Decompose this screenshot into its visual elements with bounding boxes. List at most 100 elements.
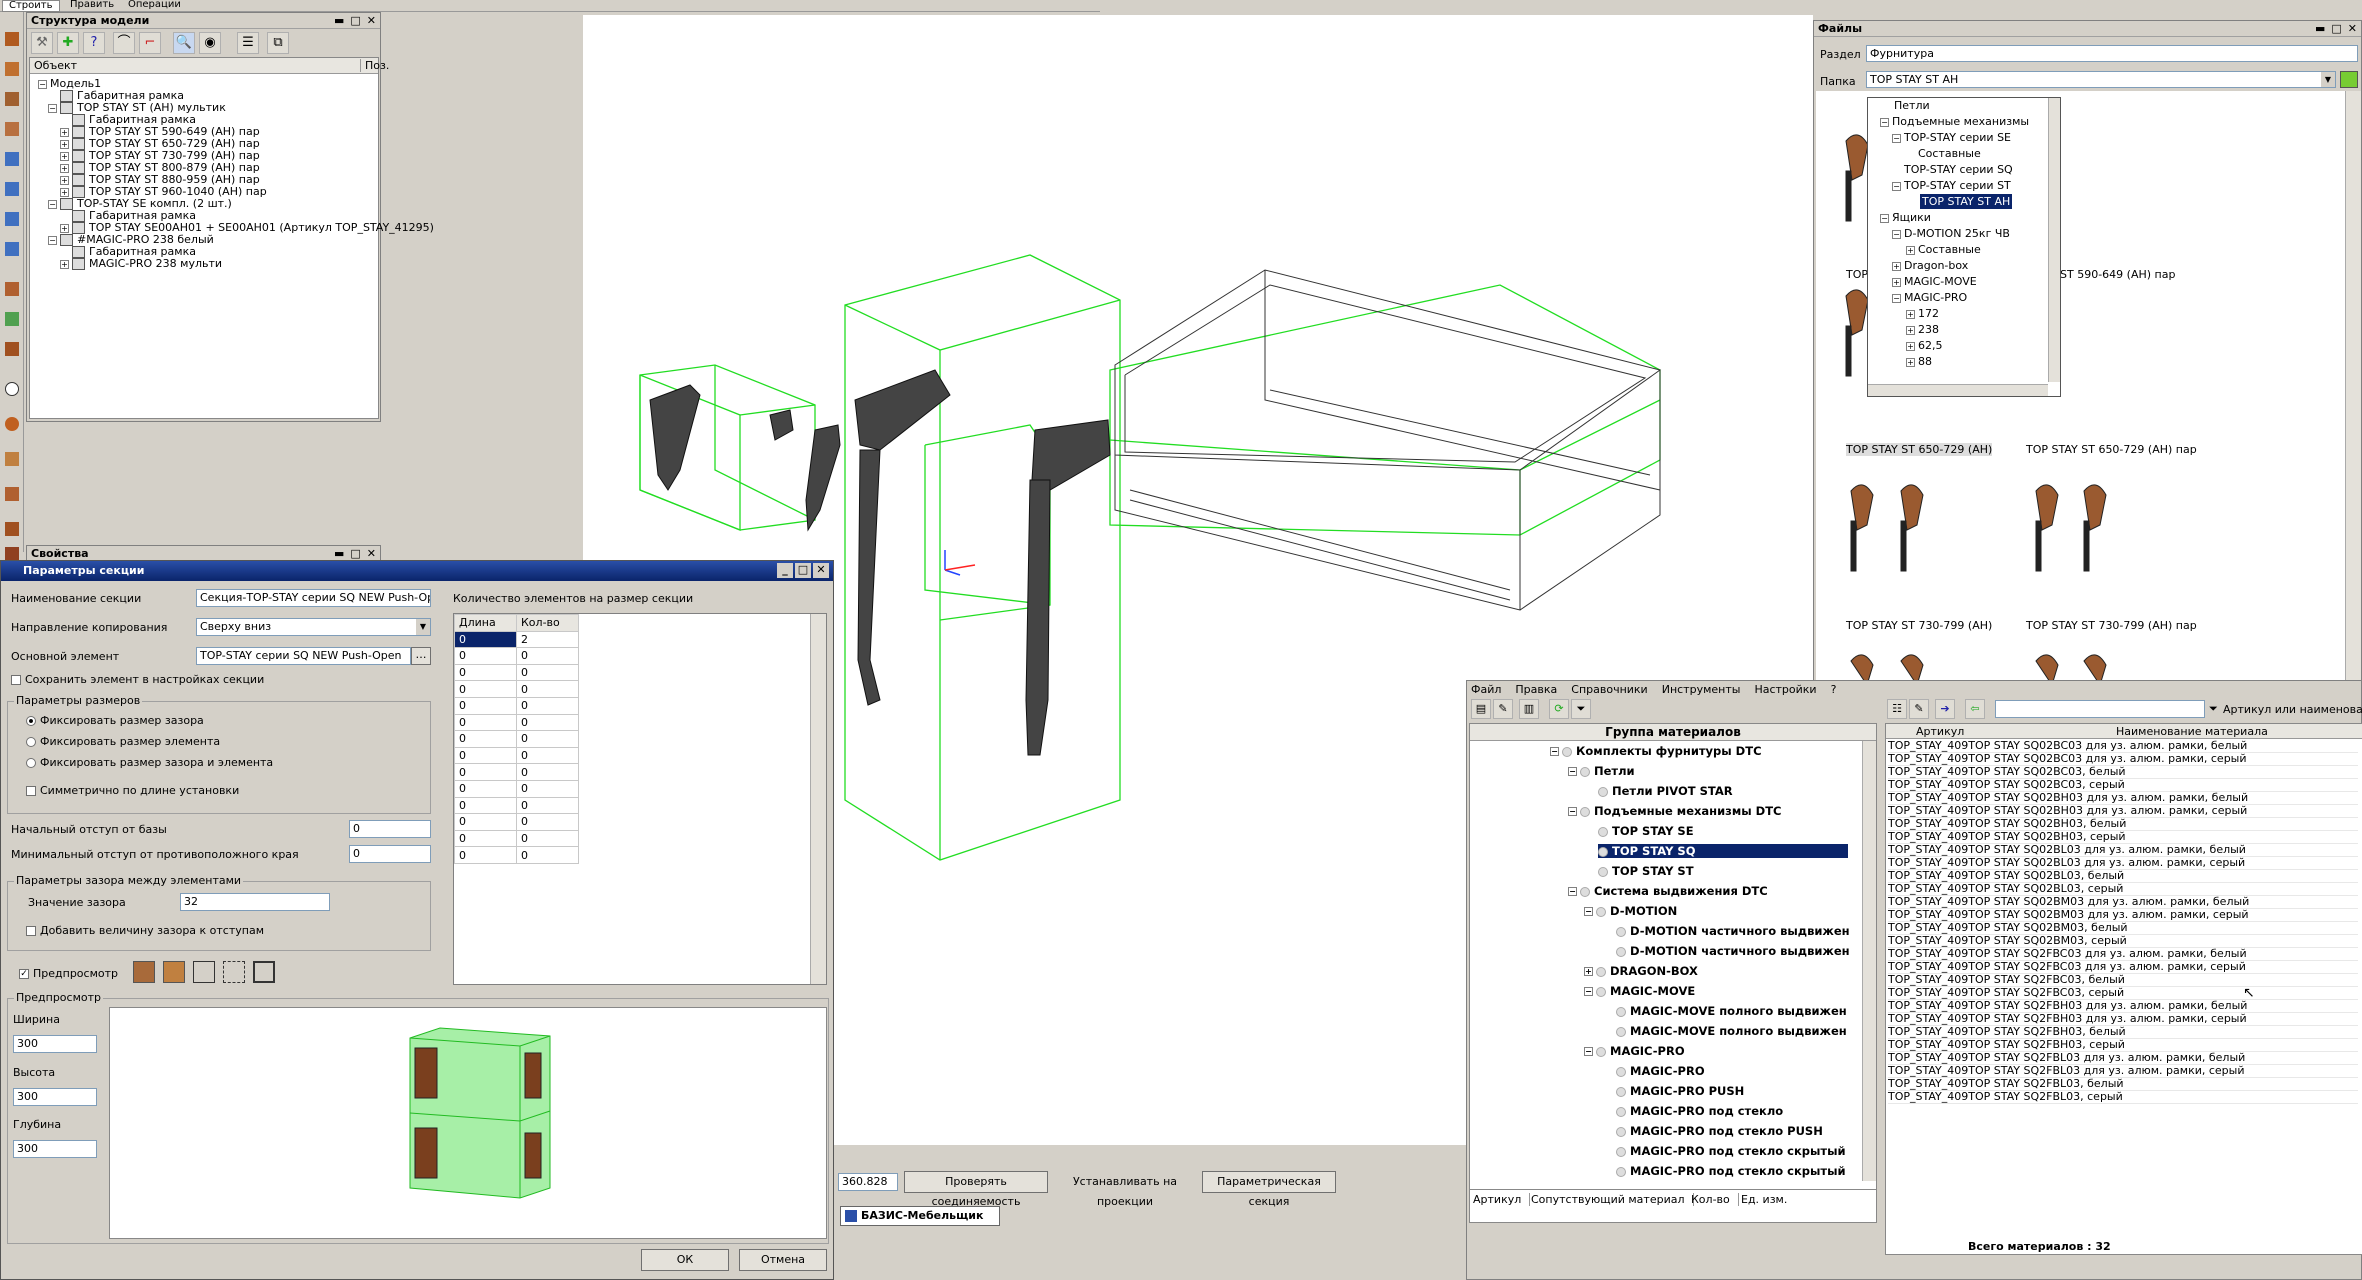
wire-box-icon[interactable] xyxy=(223,961,245,983)
section-select[interactable]: Фурнитура xyxy=(1866,45,2358,62)
curve-icon[interactable]: ⌒ xyxy=(113,32,135,54)
table-row[interactable]: TOP_STAY_409 TOP STAY SQ2FBL03, белый xyxy=(1888,1077,2358,1091)
tree-item[interactable]: +88 xyxy=(1906,354,1932,369)
col-object[interactable]: Объект xyxy=(34,59,77,72)
tab-qty[interactable]: Кол-во xyxy=(1691,1193,1739,1206)
ok-button[interactable]: ОК xyxy=(641,1249,729,1271)
table-row[interactable]: 00 xyxy=(454,680,579,698)
tool-icon[interactable] xyxy=(5,417,19,431)
tool-icon[interactable] xyxy=(5,312,19,326)
add-folder-icon[interactable]: ▤ xyxy=(1471,699,1491,719)
menu-help[interactable]: ? xyxy=(1831,683,1837,696)
tree-item[interactable]: MAGIC-PRO PUSH xyxy=(1616,1084,1744,1098)
tree-item[interactable]: − TOP-STAY серии ST xyxy=(1892,178,2011,193)
tree-item[interactable]: − MAGIC-PRO xyxy=(1584,1044,1685,1058)
tree-item[interactable]: TOP STAY SQ xyxy=(1598,844,1848,858)
back-icon[interactable]: ⇦ xyxy=(1965,699,1985,719)
tree-item[interactable]: TOP STAY ST AH xyxy=(1920,194,2013,209)
tree-item[interactable]: TOP STAY SE xyxy=(1598,824,1694,838)
filter-icon[interactable]: ⏷ xyxy=(1571,699,1591,719)
edit-icon[interactable]: ✎ xyxy=(1493,699,1513,719)
table-row[interactable]: TOP_STAY_409 TOP STAY SQ2FBC03, белый xyxy=(1888,973,2358,987)
move-right-icon[interactable]: ➔ xyxy=(1935,699,1955,719)
tool-icon[interactable] xyxy=(5,152,19,166)
depth-input[interactable]: 300 xyxy=(13,1140,97,1158)
tool-icon[interactable] xyxy=(5,242,19,256)
menu-references[interactable]: Справочники xyxy=(1571,683,1647,696)
start-offset-input[interactable]: 0 xyxy=(349,820,431,838)
radio-fix-element[interactable]: Фиксировать размер элемента xyxy=(26,735,220,748)
tool-icon[interactable] xyxy=(5,182,19,196)
col-article[interactable]: Артикул xyxy=(1916,724,1964,739)
tree-item[interactable]: Петли xyxy=(1894,98,1930,113)
tree-item[interactable]: MAGIC-MOVE полного выдвижен xyxy=(1616,1024,1847,1038)
columns-icon[interactable]: ☷ xyxy=(1887,699,1907,719)
table-row[interactable]: TOP_STAY_409 TOP STAY SQ02BH03, серый xyxy=(1888,830,2358,844)
preview-checkbox[interactable]: ✓ Предпросмотр xyxy=(19,967,118,980)
edit-icon[interactable]: ✎ xyxy=(1909,699,1929,719)
taskbar-button[interactable]: БАЗИС-Мебельщик xyxy=(840,1206,1000,1226)
tree-item[interactable]: MAGIC-PRO под стекло PUSH xyxy=(1616,1124,1823,1138)
menu-edit[interactable]: Правка xyxy=(1515,683,1557,696)
table-row[interactable]: TOP_STAY_409 TOP STAY SQ2FBH03 для уз. ал… xyxy=(1888,1012,2358,1026)
table-row[interactable]: TOP_STAY_409 TOP STAY SQ2FBL03 для уз. ал… xyxy=(1888,1051,2358,1065)
view-icon[interactable]: ◉ xyxy=(199,32,221,54)
refresh-icon[interactable] xyxy=(2340,71,2358,88)
solid-box-icon[interactable] xyxy=(163,961,185,983)
tool-icon[interactable] xyxy=(5,212,19,226)
save-element-checkbox[interactable]: Сохранить элемент в настройках секции xyxy=(11,673,264,686)
table-row[interactable]: 00 xyxy=(454,730,579,748)
tree-item[interactable]: Петли PIVOT STAR xyxy=(1598,784,1733,798)
table-row[interactable]: TOP_STAY_409 TOP STAY SQ02BL03 для уз. ал… xyxy=(1888,843,2358,857)
col-qty[interactable]: Кол-во xyxy=(516,614,579,632)
col-name[interactable]: Наименование материала xyxy=(2116,724,2268,739)
tree-item[interactable]: +172 xyxy=(1906,306,1939,321)
tree-item[interactable]: D-MOTION частичного выдвижен xyxy=(1616,944,1850,958)
wood-texture-icon[interactable] xyxy=(133,961,155,983)
table-row[interactable]: TOP_STAY_409 TOP STAY SQ02BH03, белый xyxy=(1888,817,2358,831)
tool-icon[interactable] xyxy=(5,282,19,296)
menu-tools[interactable]: Инструменты xyxy=(1662,683,1741,696)
main-element-input[interactable]: TOP-STAY серии SQ NEW Push-Open xyxy=(196,647,411,665)
maximize-icon[interactable]: □ xyxy=(795,563,811,578)
tree-item[interactable]: − D-MOTION 25кг ЧВ xyxy=(1892,226,2010,241)
filter-icon[interactable]: ⏷ xyxy=(2209,702,2218,716)
table-row[interactable]: 00 xyxy=(454,846,579,864)
tab-operations[interactable]: Операции xyxy=(128,0,181,10)
layers-icon[interactable]: ⧉ xyxy=(267,32,289,54)
menu-settings[interactable]: Настройки xyxy=(1754,683,1816,696)
tree-item[interactable]: − Система выдвижения DTC xyxy=(1568,884,1768,898)
folder-select[interactable]: TOP STAY ST AH ▼ xyxy=(1866,71,2336,88)
radio-fix-both[interactable]: Фиксировать размер зазора и элемента xyxy=(26,756,273,769)
tree-item[interactable]: − TOP-STAY серии SE xyxy=(1892,130,2011,145)
table-row[interactable]: 00 xyxy=(454,829,579,848)
minimize-icon[interactable]: ▬ xyxy=(334,13,344,28)
add-gap-checkbox[interactable]: Добавить величину зазора к отступам xyxy=(26,924,264,937)
col-length[interactable]: Длина xyxy=(454,614,517,632)
table-row[interactable]: 00 xyxy=(454,763,579,781)
tree-item[interactable]: − Ящики xyxy=(1880,210,1931,225)
table-row[interactable]: TOP_STAY_409 TOP STAY SQ02BC03 для уз. ал… xyxy=(1888,740,2358,753)
tree-item[interactable]: − MAGIC-PRO xyxy=(1892,290,1967,305)
table-row[interactable]: 00 xyxy=(454,663,579,682)
col-pos[interactable]: Поз. xyxy=(360,59,400,72)
tool-icon[interactable] xyxy=(5,342,19,356)
tree-item[interactable]: + MAGIC-MOVE xyxy=(1892,274,1977,289)
thumbnail-caption[interactable]: TOP STAY ST 650-729 (AH) пар xyxy=(2026,443,2197,456)
close-icon[interactable]: ✕ xyxy=(2348,21,2357,36)
tree-item[interactable]: MAGIC-MOVE полного выдвижен xyxy=(1616,1004,1847,1018)
tree-item[interactable]: +238 xyxy=(1906,322,1939,337)
search-input[interactable] xyxy=(1995,700,2205,718)
tree-item[interactable]: − MAGIC-MOVE xyxy=(1584,984,1695,998)
direction-select[interactable]: Сверху вниз ▼ xyxy=(196,618,431,636)
tree-item[interactable]: − Петли xyxy=(1568,764,1635,778)
radio-fix-gap[interactable]: Фиксировать размер зазора xyxy=(26,714,204,727)
tool-icon[interactable] xyxy=(5,382,19,396)
table-row[interactable]: TOP_STAY_409 TOP STAY SQ2FBL03, серый xyxy=(1888,1090,2358,1104)
table-row[interactable]: 00 xyxy=(454,696,579,715)
tab-edit[interactable]: Править xyxy=(70,0,114,10)
tree-item[interactable]: + DRAGON-BOX xyxy=(1584,964,1698,978)
restore-icon[interactable]: □ xyxy=(2331,21,2341,36)
tree-item[interactable]: + MAGIC-PRO 238 мульти xyxy=(60,256,222,271)
tool-icon[interactable] xyxy=(5,32,19,46)
